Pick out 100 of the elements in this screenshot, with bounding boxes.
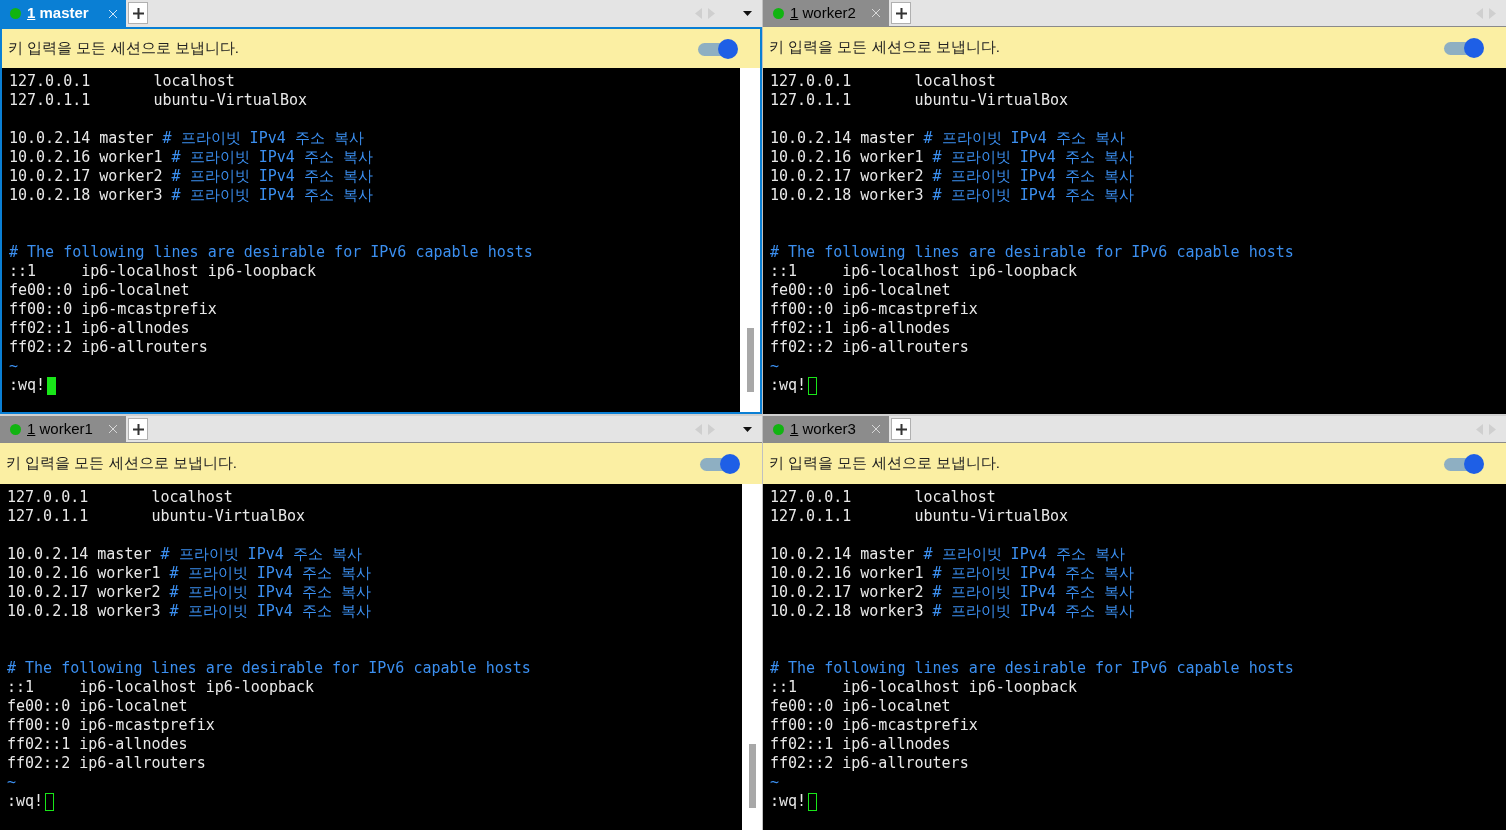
broadcast-notice: 키 입력을 모든 세션으로 보냅니다. — [769, 37, 1000, 58]
close-icon[interactable] — [871, 8, 881, 18]
session-tab[interactable]: 1 worker3 — [763, 416, 889, 442]
plus-icon — [895, 423, 907, 435]
comment-text: # The following lines are desirable for IPv6 capable hosts — [770, 659, 1294, 678]
terminal-line: 10.0.2.17 worker2 — [7, 583, 162, 602]
terminal-line: 10.0.2.16 worker1 — [770, 564, 925, 583]
terminal-line: ::1 ip6-localhost ip6-loopback — [770, 262, 1078, 281]
session-tab[interactable]: 1 worker2 — [763, 0, 889, 26]
dropdown-icon[interactable] — [743, 11, 752, 16]
scrollbar[interactable] — [742, 484, 762, 830]
status-icon — [773, 423, 784, 435]
terminal-line: 10.0.2.17 worker2 — [770, 583, 925, 602]
terminal-line: 10.0.2.14 master — [7, 545, 153, 564]
session-tab[interactable]: 1 worker1 — [0, 416, 126, 442]
plus-icon — [895, 7, 907, 19]
close-icon[interactable] — [108, 424, 118, 434]
command-line: :wq! — [7, 792, 44, 811]
terminal-line: ff02::1 ip6-allnodes — [7, 735, 188, 754]
comment-text: ~ — [9, 357, 19, 376]
comment-text: # 프라이빗 IPv4 주소 복사 — [932, 583, 1134, 602]
comment-text: # 프라이빗 IPv4 주소 복사 — [932, 186, 1134, 205]
comment-text: # 프라이빗 IPv4 주소 복사 — [171, 167, 373, 186]
comment-text: # 프라이빗 IPv4 주소 복사 — [932, 564, 1134, 583]
comment-text: # 프라이빗 IPv4 주소 복사 — [923, 545, 1125, 564]
broadcast-notice: 키 입력을 모든 세션으로 보냅니다. — [8, 38, 239, 59]
terminal-line: 127.0.1.1 ubuntu-VirtualBox — [7, 507, 305, 526]
new-tab-button[interactable] — [891, 418, 911, 440]
broadcast-toggle[interactable] — [1444, 37, 1484, 58]
terminal-line: 127.0.1.1 ubuntu-VirtualBox — [770, 91, 1068, 110]
comment-text: # 프라이빗 IPv4 주소 복사 — [932, 148, 1134, 167]
terminal-line: 10.0.2.18 worker3 — [770, 602, 925, 621]
terminal-line: ::1 ip6-localhost ip6-loopback — [770, 678, 1078, 697]
terminal-line: 10.0.2.17 worker2 — [9, 167, 164, 186]
comment-text: # 프라이빗 IPv4 주소 복사 — [171, 148, 373, 167]
terminal-line: 127.0.0.1 localhost — [7, 488, 233, 507]
terminal-line: 127.0.1.1 ubuntu-VirtualBox — [770, 507, 1068, 526]
comment-text: # 프라이빗 IPv4 주소 복사 — [169, 583, 371, 602]
command-line: :wq! — [770, 376, 807, 395]
comment-text: # The following lines are desirable for IPv6 capable hosts — [7, 659, 531, 678]
dropdown-icon[interactable] — [743, 426, 752, 432]
status-icon — [773, 7, 784, 19]
terminal-line: 127.0.0.1 localhost — [770, 488, 996, 507]
terminal-line: ff02::1 ip6-allnodes — [770, 735, 951, 754]
terminal-line: ff00::0 ip6-mcastprefix — [9, 300, 217, 319]
broadcast-toggle[interactable] — [700, 453, 740, 474]
terminal-line: 10.0.2.18 worker3 — [9, 186, 164, 205]
comment-text: ~ — [770, 357, 780, 376]
terminal-line: ff00::0 ip6-mcastprefix — [770, 716, 978, 735]
plus-icon — [132, 423, 144, 435]
comment-text: # 프라이빗 IPv4 주소 복사 — [932, 167, 1134, 186]
terminal-line: 10.0.2.14 master — [770, 545, 916, 564]
terminal-line: 10.0.2.16 worker1 — [770, 148, 925, 167]
comment-text: # 프라이빗 IPv4 주소 복사 — [171, 186, 373, 205]
comment-text: ~ — [7, 773, 17, 792]
new-tab-button[interactable] — [891, 2, 911, 24]
broadcast-toggle[interactable] — [698, 38, 738, 59]
terminal-line: ff02::2 ip6-allrouters — [9, 338, 208, 357]
session-tab[interactable]: 1 master — [0, 0, 126, 27]
terminal-line: fe00::0 ip6-localnet — [7, 697, 188, 716]
terminal-line: ff02::2 ip6-allrouters — [770, 338, 969, 357]
comment-text: # 프라이빗 IPv4 주소 복사 — [160, 545, 362, 564]
new-tab-button[interactable] — [128, 418, 148, 440]
comment-text: # 프라이빗 IPv4 주소 복사 — [162, 129, 364, 148]
terminal-line: ff00::0 ip6-mcastprefix — [7, 716, 215, 735]
status-icon — [10, 423, 21, 435]
comment-text: # 프라이빗 IPv4 주소 복사 — [169, 602, 371, 621]
terminal-line: ff02::2 ip6-allrouters — [770, 754, 969, 773]
terminal-line: 10.0.2.18 worker3 — [770, 186, 925, 205]
terminal-line: 10.0.2.16 worker1 — [7, 564, 162, 583]
close-icon[interactable] — [108, 8, 118, 19]
terminal-line: ff02::1 ip6-allnodes — [770, 319, 951, 338]
comment-text: ~ — [770, 773, 780, 792]
comment-text: # 프라이빗 IPv4 주소 복사 — [169, 564, 371, 583]
terminal-line: ::1 ip6-localhost ip6-loopback — [7, 678, 315, 697]
command-line: :wq! — [770, 792, 807, 811]
terminal-line: 10.0.2.17 worker2 — [770, 167, 925, 186]
status-icon — [10, 8, 21, 19]
comment-text: # 프라이빗 IPv4 주소 복사 — [923, 129, 1125, 148]
close-icon[interactable] — [871, 424, 881, 434]
terminal-line: ff00::0 ip6-mcastprefix — [770, 300, 978, 319]
broadcast-toggle[interactable] — [1444, 453, 1484, 474]
scrollbar[interactable] — [740, 68, 760, 412]
broadcast-notice: 키 입력을 모든 세션으로 보냅니다. — [769, 453, 1000, 474]
terminal-line: 10.0.2.18 worker3 — [7, 602, 162, 621]
terminal-line: 127.0.1.1 ubuntu-VirtualBox — [9, 91, 307, 110]
comment-text: # 프라이빗 IPv4 주소 복사 — [932, 602, 1134, 621]
command-line: :wq! — [9, 376, 46, 395]
comment-text: # The following lines are desirable for IPv6 capable hosts — [9, 243, 533, 262]
plus-icon — [132, 7, 144, 19]
terminal-line: 10.0.2.14 master — [9, 129, 155, 148]
terminal-line: 127.0.0.1 localhost — [9, 72, 235, 91]
terminal-line: ff02::2 ip6-allrouters — [7, 754, 206, 773]
terminal-line: 10.0.2.16 worker1 — [9, 148, 164, 167]
new-tab-button[interactable] — [128, 2, 148, 24]
terminal-line: fe00::0 ip6-localnet — [770, 697, 951, 716]
terminal-line: fe00::0 ip6-localnet — [770, 281, 951, 300]
terminal-line: fe00::0 ip6-localnet — [9, 281, 190, 300]
terminal-line: ff02::1 ip6-allnodes — [9, 319, 190, 338]
broadcast-notice: 키 입력을 모든 세션으로 보냅니다. — [6, 453, 237, 474]
